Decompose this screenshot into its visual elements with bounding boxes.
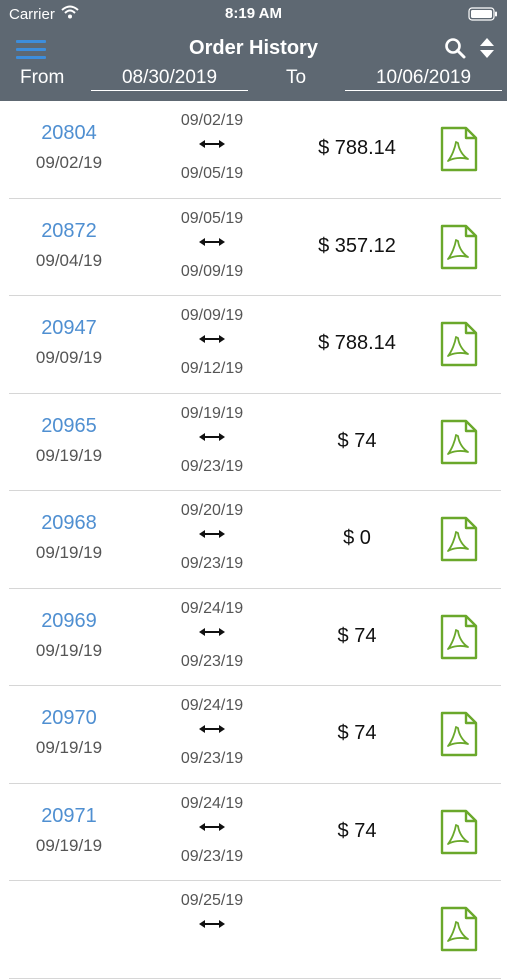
double-arrow-icon bbox=[172, 134, 252, 154]
order-row[interactable]: 20804 09/02/19 09/02/19 09/05/19 $ 788.1… bbox=[9, 101, 501, 199]
double-arrow-icon bbox=[172, 329, 252, 349]
order-id-link[interactable]: 20965 bbox=[9, 415, 129, 438]
start-date: 09/25/19 bbox=[180, 892, 244, 909]
order-row[interactable]: 20968 09/19/19 09/20/19 09/23/19 $ 0 bbox=[9, 491, 501, 589]
order-amount: $ 74 bbox=[337, 819, 377, 842]
app-header: Carrier 8:19 AM Order History From 08/30… bbox=[0, 0, 507, 101]
double-arrow-icon bbox=[172, 914, 252, 934]
order-date: 09/19/19 bbox=[35, 835, 103, 855]
end-date: 09/23/19 bbox=[180, 652, 244, 670]
order-amount: $ 0 bbox=[343, 527, 371, 549]
page-title: Order History bbox=[189, 37, 318, 59]
pdf-icon[interactable] bbox=[439, 126, 479, 177]
order-date: 09/19/19 bbox=[35, 445, 103, 465]
end-date: 09/23/19 bbox=[180, 847, 244, 865]
status-time: 8:19 AM bbox=[225, 5, 282, 22]
pdf-icon[interactable] bbox=[439, 614, 479, 665]
start-date: 09/19/19 bbox=[180, 404, 244, 422]
order-row[interactable]: 20969 09/19/19 09/24/19 09/23/19 $ 74 bbox=[9, 589, 501, 686]
double-arrow-icon bbox=[172, 719, 252, 739]
end-date: 09/23/19 bbox=[180, 457, 244, 475]
order-row[interactable]: 20971 09/19/19 09/24/19 09/23/19 $ 74 bbox=[9, 784, 501, 881]
start-date: 09/24/19 bbox=[180, 599, 244, 617]
order-amount: $ 788.14 bbox=[318, 332, 396, 354]
status-bar: Carrier 8:19 AM bbox=[0, 0, 507, 28]
order-amount: $ 788.14 bbox=[318, 137, 396, 159]
order-row[interactable]: 20970 09/19/19 09/24/19 09/23/19 $ 74 bbox=[9, 686, 501, 784]
to-label: To bbox=[286, 67, 307, 88]
pdf-icon[interactable] bbox=[439, 809, 479, 860]
order-date: 09/02/19 bbox=[35, 153, 103, 172]
order-row[interactable]: 20965 09/19/19 09/19/19 09/23/19 $ 74 bbox=[9, 394, 501, 491]
pdf-icon[interactable] bbox=[439, 516, 479, 567]
order-id-link[interactable]: 20968 bbox=[9, 512, 129, 535]
double-arrow-icon bbox=[172, 232, 252, 252]
order-id-link[interactable]: 20947 bbox=[9, 317, 129, 340]
to-date-field[interactable]: 10/06/2019 bbox=[345, 66, 502, 91]
end-date: 09/23/19 bbox=[180, 750, 244, 767]
order-id-link[interactable]: 20804 bbox=[9, 122, 129, 145]
order-date: 09/19/19 bbox=[35, 738, 103, 757]
end-date: 09/12/19 bbox=[180, 360, 244, 377]
double-arrow-icon bbox=[172, 817, 252, 837]
order-row[interactable]: 20872 09/04/19 09/05/19 09/09/19 $ 357.1… bbox=[9, 199, 501, 296]
double-arrow-icon bbox=[172, 622, 252, 642]
order-date: 09/19/19 bbox=[35, 640, 103, 660]
start-date: 09/24/19 bbox=[180, 794, 244, 812]
sort-icon[interactable] bbox=[479, 37, 495, 64]
order-date: 09/19/19 bbox=[35, 543, 103, 562]
pdf-icon[interactable] bbox=[439, 224, 479, 275]
start-date: 09/09/19 bbox=[180, 307, 244, 324]
pdf-icon[interactable] bbox=[439, 419, 479, 470]
start-date: 09/20/19 bbox=[180, 502, 244, 519]
order-list: 20804 09/02/19 09/02/19 09/05/19 $ 788.1… bbox=[0, 101, 507, 979]
order-row[interactable]: 09/25/19 bbox=[9, 881, 501, 979]
from-label: From bbox=[20, 67, 65, 88]
start-date: 09/24/19 bbox=[180, 697, 244, 714]
search-icon[interactable] bbox=[444, 37, 466, 64]
pdf-icon[interactable] bbox=[439, 906, 479, 957]
order-id-link[interactable]: 20969 bbox=[9, 610, 129, 633]
order-id-link[interactable]: 20970 bbox=[9, 707, 129, 730]
order-amount: $ 74 bbox=[337, 722, 377, 744]
order-amount: $ 74 bbox=[337, 624, 377, 647]
end-date: 09/23/19 bbox=[180, 555, 244, 572]
start-date: 09/02/19 bbox=[180, 112, 244, 129]
double-arrow-icon bbox=[172, 427, 252, 447]
order-date: 09/04/19 bbox=[35, 250, 103, 270]
order-amount: $ 357.12 bbox=[318, 234, 396, 257]
end-date: 09/05/19 bbox=[180, 165, 244, 182]
order-row[interactable]: 20947 09/09/19 09/09/19 09/12/19 $ 788.1… bbox=[9, 296, 501, 394]
pdf-icon[interactable] bbox=[439, 711, 479, 762]
order-id-link[interactable]: 20971 bbox=[9, 805, 129, 828]
pdf-icon[interactable] bbox=[439, 321, 479, 372]
order-id-link[interactable]: 20872 bbox=[9, 220, 129, 243]
from-date-field[interactable]: 08/30/2019 bbox=[91, 66, 248, 91]
order-amount: $ 74 bbox=[337, 429, 377, 452]
order-date: 09/09/19 bbox=[35, 348, 103, 367]
double-arrow-icon bbox=[172, 524, 252, 544]
end-date: 09/09/19 bbox=[180, 262, 244, 280]
battery-icon bbox=[468, 7, 498, 26]
start-date: 09/05/19 bbox=[180, 209, 244, 227]
